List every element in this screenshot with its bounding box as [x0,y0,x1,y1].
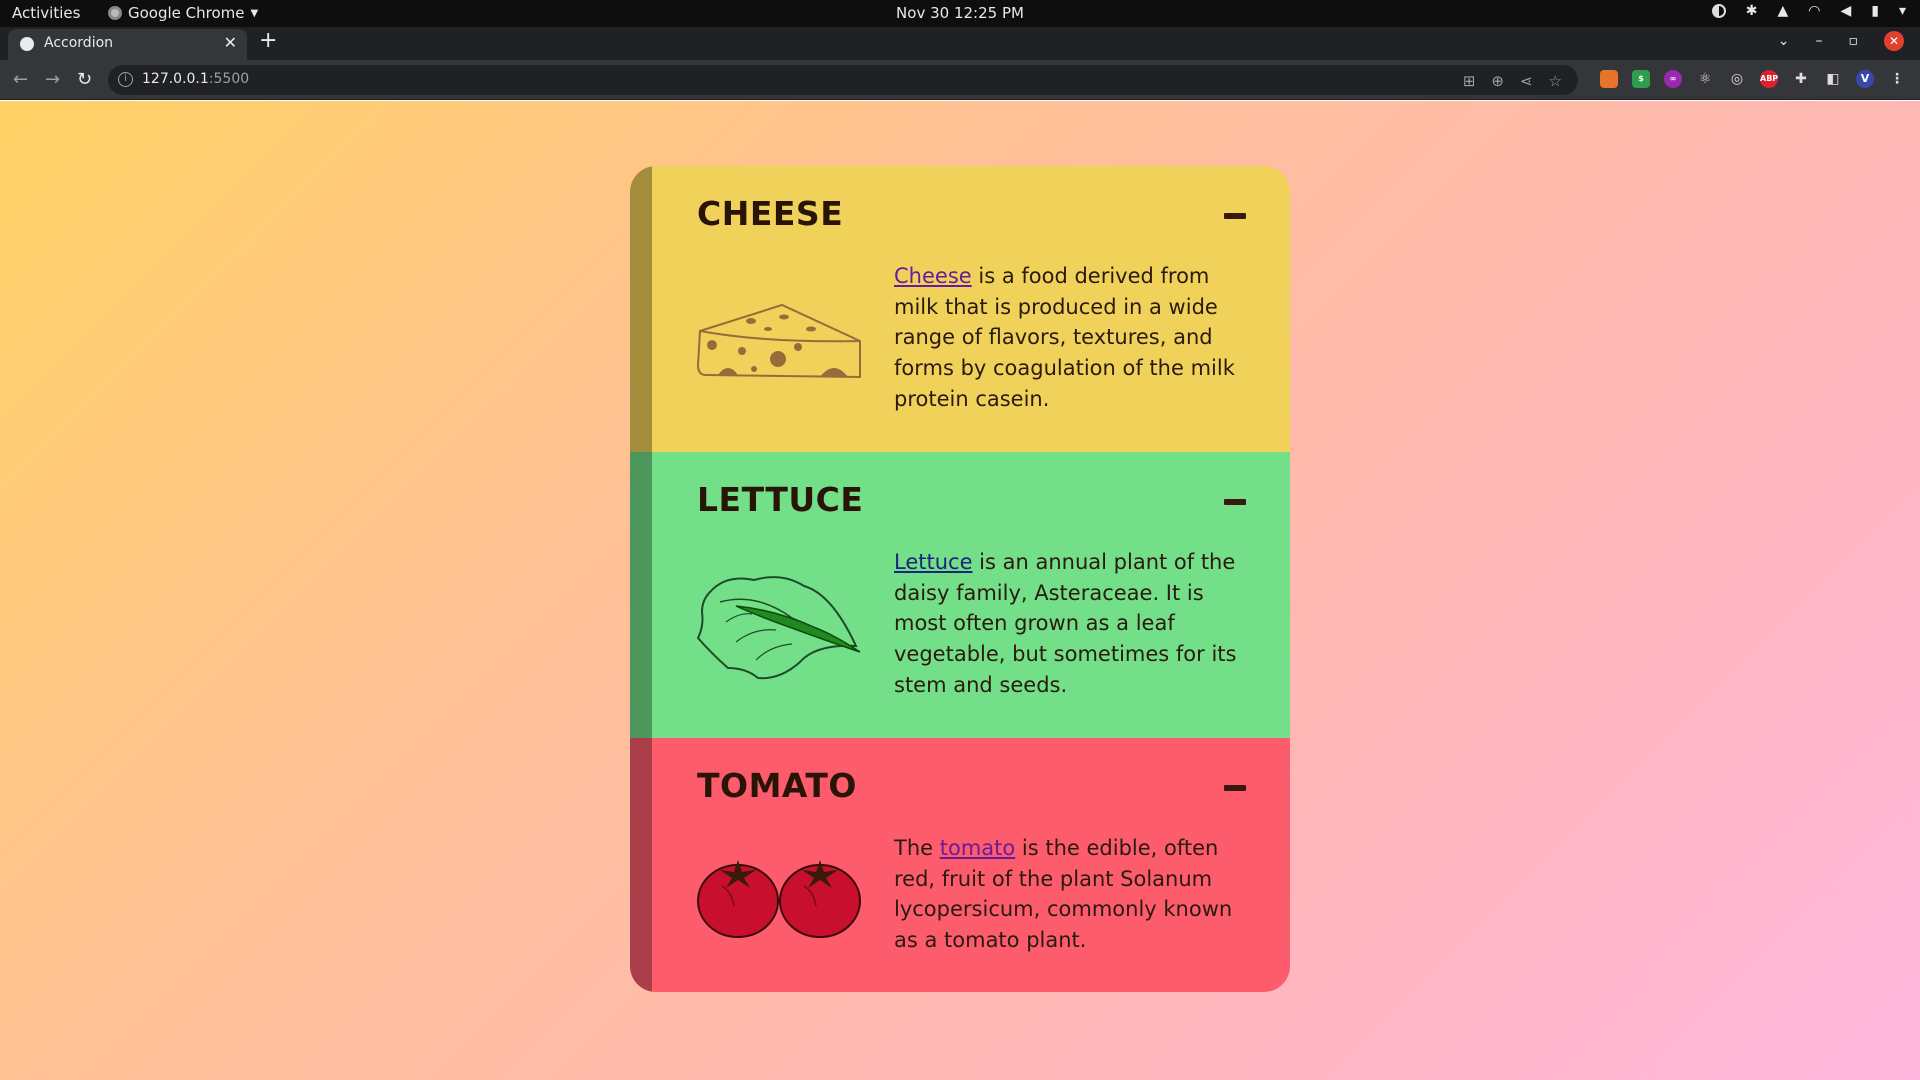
bluetooth-icon: ✱ [1745,3,1758,19]
lettuce-description: Lettuce is an annual plant of the daisy … [894,550,1237,697]
item-accent-bar [630,166,652,452]
url-text[interactable]: 127.0.0.1:5500 [142,71,249,87]
reload-button[interactable]: ↻ [77,69,92,90]
chrome-icon [108,6,122,20]
night-light-icon [1711,4,1726,18]
clock[interactable]: Nov 30 12:25 PM [896,4,1024,22]
activities-button[interactable]: Activities [12,4,80,22]
cheese-icon [696,303,861,379]
translate-icon[interactable]: ⊞ [1463,72,1476,90]
accordion-item-cheese: CHEESE Cheese is a food derived from mil… [630,166,1290,452]
item-accent-bar [630,738,652,992]
maximize-button[interactable]: ▫ [1849,33,1859,49]
share-icon[interactable]: ⋖ [1520,72,1533,90]
app-name: Google Chrome [128,4,245,22]
accordion-item-lettuce: LETTUCE Lettuce is an annual plant of th… [630,452,1290,738]
wifi-icon: ◠ [1808,3,1821,19]
cheese-link[interactable]: Cheese [894,264,972,288]
address-bar[interactable]: i 127.0.0.1:5500 ⊞ ⊕ ⋖ ☆ [108,65,1578,95]
close-window-button[interactable]: ✕ [1884,31,1904,51]
collapse-toggle-icon[interactable] [1224,213,1246,219]
system-menu-caret-icon: ▾ [1898,3,1906,19]
extensions-bar: $ ∞ ⚛ ◎ ABP ✚ ◧ V ⋮ [1600,70,1906,88]
app-menu[interactable]: Google Chrome ▼ [108,4,258,22]
back-button[interactable]: ← [13,69,28,90]
accordion-item-tomato: TOMATO The tomato is the edible, often r… [630,738,1290,992]
new-tab-button[interactable]: + [259,28,277,53]
tab-strip: Accordion ✕ + ⌄ – ▫ ✕ [0,27,1920,60]
window-controls: ⌄ – ▫ ✕ [1778,31,1904,51]
cheese-description: Cheese is a food derived from milk that … [894,264,1235,411]
tab-accordion[interactable]: Accordion ✕ [8,29,247,60]
zoom-icon[interactable]: ⊕ [1491,72,1504,90]
system-top-bar: Activities Google Chrome ▼ Nov 30 12:25 … [0,0,1920,27]
tomato-description: The tomato is the edible, often red, fru… [894,836,1233,953]
globe-icon [20,37,34,51]
side-panel-icon[interactable]: ◧ [1824,70,1842,88]
minimize-button[interactable]: – [1816,33,1823,49]
forward-button[interactable]: → [45,69,60,90]
target-extension-icon[interactable]: ◎ [1728,70,1746,88]
accordion-heading-tomato[interactable]: TOMATO [697,766,857,805]
collapse-toggle-icon[interactable] [1224,785,1246,791]
metamask-extension-icon[interactable] [1600,70,1618,88]
system-tray[interactable]: ✱ ▲ ◠ ◀ ▮ ▾ [1711,3,1906,19]
site-info-icon[interactable]: i [118,72,133,87]
tab-search-icon[interactable]: ⌄ [1778,33,1790,49]
extensions-puzzle-icon[interactable]: ✚ [1792,70,1810,88]
volume-icon: ◀ [1840,3,1852,19]
purple-extension-icon[interactable]: ∞ [1664,70,1682,88]
tab-close-icon[interactable]: ✕ [224,33,237,52]
accordion: CHEESE Cheese is a food derived from mil… [630,166,1290,992]
page-background: CHEESE Cheese is a food derived from mil… [0,101,1920,1080]
tab-title: Accordion [44,35,114,51]
lettuce-icon [696,576,861,680]
lettuce-link[interactable]: Lettuce [894,550,973,574]
chrome-menu-icon[interactable]: ⋮ [1888,70,1906,88]
battery-icon: ▮ [1871,3,1879,19]
green-extension-icon[interactable]: $ [1632,70,1650,88]
accordion-heading-cheese[interactable]: CHEESE [697,194,843,233]
notification-icon: ▲ [1777,3,1789,19]
tomato-link[interactable]: tomato [940,836,1016,860]
react-devtools-icon[interactable]: ⚛ [1696,70,1714,88]
adblock-extension-icon[interactable]: ABP [1760,70,1778,88]
item-accent-bar [630,452,652,738]
caret-down-icon: ▼ [250,7,259,19]
collapse-toggle-icon[interactable] [1224,499,1246,505]
bookmark-star-icon[interactable]: ☆ [1549,72,1562,90]
tomato-icon [697,860,861,938]
accordion-heading-lettuce[interactable]: LETTUCE [697,480,863,519]
profile-avatar[interactable]: V [1856,70,1874,88]
